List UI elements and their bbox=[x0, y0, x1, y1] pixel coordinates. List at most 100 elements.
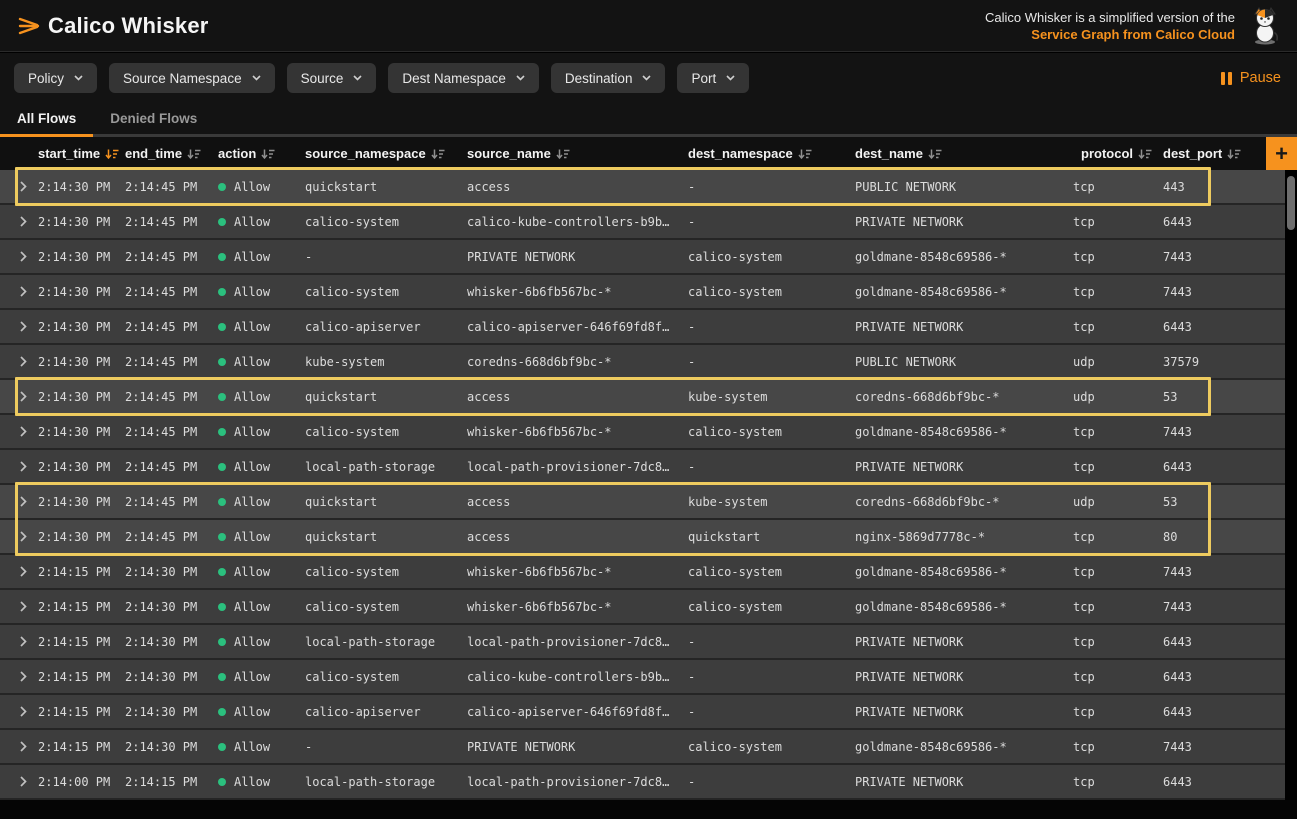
table-row[interactable]: 2:14:30 PM 2:14:45 PM Allow quickstart a… bbox=[0, 170, 1285, 205]
cell-protocol: tcp bbox=[1073, 520, 1155, 553]
cell-dest-port: 6443 bbox=[1163, 765, 1285, 798]
cell-source-name: whisker-6b6fb567bc-* bbox=[467, 590, 688, 623]
pause-button[interactable]: Pause bbox=[1221, 70, 1281, 86]
cell-dest-name: coredns-668d6bf9bc-* bbox=[855, 380, 1065, 413]
row-expand-chevron-icon[interactable] bbox=[20, 730, 34, 763]
table-row[interactable]: 2:14:15 PM 2:14:30 PM Allow calico-syste… bbox=[0, 660, 1285, 695]
table-row[interactable]: 2:14:30 PM 2:14:45 PM Allow calico-syste… bbox=[0, 415, 1285, 450]
cell-source-name: PRIVATE NETWORK bbox=[467, 240, 688, 273]
row-expand-chevron-icon[interactable] bbox=[20, 485, 34, 518]
cell-source-namespace: kube-system bbox=[305, 345, 467, 378]
cell-start-time: 2:14:15 PM bbox=[38, 660, 125, 693]
cell-source-name: local-path-provisioner-7dc8… bbox=[467, 450, 688, 483]
tab-denied-flows[interactable]: Denied Flows bbox=[93, 103, 214, 134]
table-row[interactable]: 2:14:30 PM 2:14:45 PM Allow - PRIVATE NE… bbox=[0, 240, 1285, 275]
column-header-action[interactable]: action bbox=[218, 137, 275, 170]
cell-action: Allow bbox=[218, 765, 305, 798]
row-expand-chevron-icon[interactable] bbox=[20, 345, 34, 378]
table-row[interactable]: 2:14:30 PM 2:14:45 PM Allow quickstart a… bbox=[0, 485, 1285, 520]
cell-dest-namespace: calico-system bbox=[688, 590, 855, 623]
row-expand-chevron-icon[interactable] bbox=[20, 660, 34, 693]
column-header-source-name[interactable]: source_name bbox=[467, 137, 570, 170]
cell-dest-name: PRIVATE NETWORK bbox=[855, 765, 1065, 798]
action-label: Allow bbox=[234, 635, 270, 649]
row-expand-chevron-icon[interactable] bbox=[20, 240, 34, 273]
cell-dest-name: PRIVATE NETWORK bbox=[855, 695, 1065, 728]
cell-action: Allow bbox=[218, 380, 305, 413]
cell-source-name: access bbox=[467, 485, 688, 518]
row-expand-chevron-icon[interactable] bbox=[20, 170, 34, 203]
column-header-dest-namespace[interactable]: dest_namespace bbox=[688, 137, 812, 170]
chevron-down-icon bbox=[726, 75, 735, 81]
column-header-end-time[interactable]: end_time bbox=[125, 137, 201, 170]
cell-start-time: 2:14:00 PM bbox=[38, 765, 125, 798]
column-header-source-namespace[interactable]: source_namespace bbox=[305, 137, 445, 170]
action-label: Allow bbox=[234, 250, 270, 264]
action-label: Allow bbox=[234, 530, 270, 544]
allow-status-dot-icon bbox=[218, 218, 226, 226]
filter-destination-dropdown[interactable]: Destination bbox=[551, 63, 666, 93]
column-header-protocol[interactable]: protocol bbox=[1081, 137, 1152, 170]
row-expand-chevron-icon[interactable] bbox=[20, 380, 34, 413]
filter-source-dropdown[interactable]: Source bbox=[287, 63, 377, 93]
service-graph-link[interactable]: Service Graph from Calico Cloud bbox=[985, 26, 1235, 43]
cell-protocol: tcp bbox=[1073, 555, 1155, 588]
vertical-scrollbar-thumb[interactable] bbox=[1287, 176, 1295, 230]
allow-status-dot-icon bbox=[218, 673, 226, 681]
cell-dest-namespace: - bbox=[688, 310, 855, 343]
cell-dest-port: 53 bbox=[1163, 485, 1285, 518]
filter-port-dropdown[interactable]: Port bbox=[677, 63, 749, 93]
cell-source-namespace: calico-system bbox=[305, 555, 467, 588]
row-expand-chevron-icon[interactable] bbox=[20, 695, 34, 728]
row-expand-chevron-icon[interactable] bbox=[20, 765, 34, 798]
table-row[interactable]: 2:14:15 PM 2:14:30 PM Allow - PRIVATE NE… bbox=[0, 730, 1285, 765]
row-expand-chevron-icon[interactable] bbox=[20, 520, 34, 553]
action-label: Allow bbox=[234, 390, 270, 404]
cell-source-namespace: calico-system bbox=[305, 275, 467, 308]
cell-dest-port: 37579 bbox=[1163, 345, 1285, 378]
column-header-start-time[interactable]: start_time bbox=[38, 137, 119, 170]
cell-source-namespace: - bbox=[305, 240, 467, 273]
row-expand-chevron-icon[interactable] bbox=[20, 625, 34, 658]
table-row[interactable]: 2:14:30 PM 2:14:45 PM Allow kube-system … bbox=[0, 345, 1285, 380]
cell-source-name: calico-kube-controllers-b9b… bbox=[467, 205, 688, 238]
cell-start-time: 2:14:15 PM bbox=[38, 695, 125, 728]
row-expand-chevron-icon[interactable] bbox=[20, 415, 34, 448]
row-expand-chevron-icon[interactable] bbox=[20, 275, 34, 308]
cell-dest-port: 443 bbox=[1163, 170, 1285, 203]
table-row[interactable]: 2:14:15 PM 2:14:30 PM Allow calico-syste… bbox=[0, 590, 1285, 625]
filter-dest-namespace-dropdown[interactable]: Dest Namespace bbox=[388, 63, 539, 93]
cell-dest-port: 6443 bbox=[1163, 660, 1285, 693]
sort-icon bbox=[1227, 148, 1241, 160]
column-header-dest-port[interactable]: dest_port bbox=[1163, 137, 1241, 170]
cell-start-time: 2:14:30 PM bbox=[38, 380, 125, 413]
table-row[interactable]: 2:14:30 PM 2:14:45 PM Allow calico-syste… bbox=[0, 205, 1285, 240]
row-expand-chevron-icon[interactable] bbox=[20, 310, 34, 343]
cell-action: Allow bbox=[218, 660, 305, 693]
table-row[interactable]: 2:14:15 PM 2:14:30 PM Allow local-path-s… bbox=[0, 625, 1285, 660]
table-row[interactable]: 2:14:30 PM 2:14:45 PM Allow quickstart a… bbox=[0, 380, 1285, 415]
table-row[interactable]: 2:14:15 PM 2:14:30 PM Allow calico-apise… bbox=[0, 695, 1285, 730]
filter-source-namespace-dropdown[interactable]: Source Namespace bbox=[109, 63, 275, 93]
filter-policy-dropdown[interactable]: Policy bbox=[14, 63, 97, 93]
tab-all-flows[interactable]: All Flows bbox=[0, 103, 93, 134]
table-row[interactable]: 2:14:30 PM 2:14:45 PM Allow quickstart a… bbox=[0, 520, 1285, 555]
cell-start-time: 2:14:30 PM bbox=[38, 450, 125, 483]
table-row[interactable]: 2:14:30 PM 2:14:45 PM Allow local-path-s… bbox=[0, 450, 1285, 485]
cell-protocol: tcp bbox=[1073, 310, 1155, 343]
table-row[interactable]: 2:14:30 PM 2:14:45 PM Allow calico-apise… bbox=[0, 310, 1285, 345]
table-row[interactable]: 2:14:30 PM 2:14:45 PM Allow calico-syste… bbox=[0, 275, 1285, 310]
column-header-dest-name[interactable]: dest_name bbox=[855, 137, 942, 170]
table-row[interactable]: 2:14:00 PM 2:14:15 PM Allow local-path-s… bbox=[0, 765, 1285, 800]
cell-dest-namespace: calico-system bbox=[688, 730, 855, 763]
cell-end-time: 2:14:30 PM bbox=[125, 625, 218, 658]
table-row[interactable]: 2:14:15 PM 2:14:30 PM Allow calico-syste… bbox=[0, 555, 1285, 590]
row-expand-chevron-icon[interactable] bbox=[20, 205, 34, 238]
cell-dest-name: PRIVATE NETWORK bbox=[855, 625, 1065, 658]
row-expand-chevron-icon[interactable] bbox=[20, 590, 34, 623]
add-column-button[interactable]: + bbox=[1266, 137, 1297, 170]
tabs-bar: All Flows Denied Flows bbox=[0, 103, 1297, 137]
table-header: start_time end_time action source_namesp… bbox=[0, 137, 1297, 170]
row-expand-chevron-icon[interactable] bbox=[20, 450, 34, 483]
row-expand-chevron-icon[interactable] bbox=[20, 555, 34, 588]
